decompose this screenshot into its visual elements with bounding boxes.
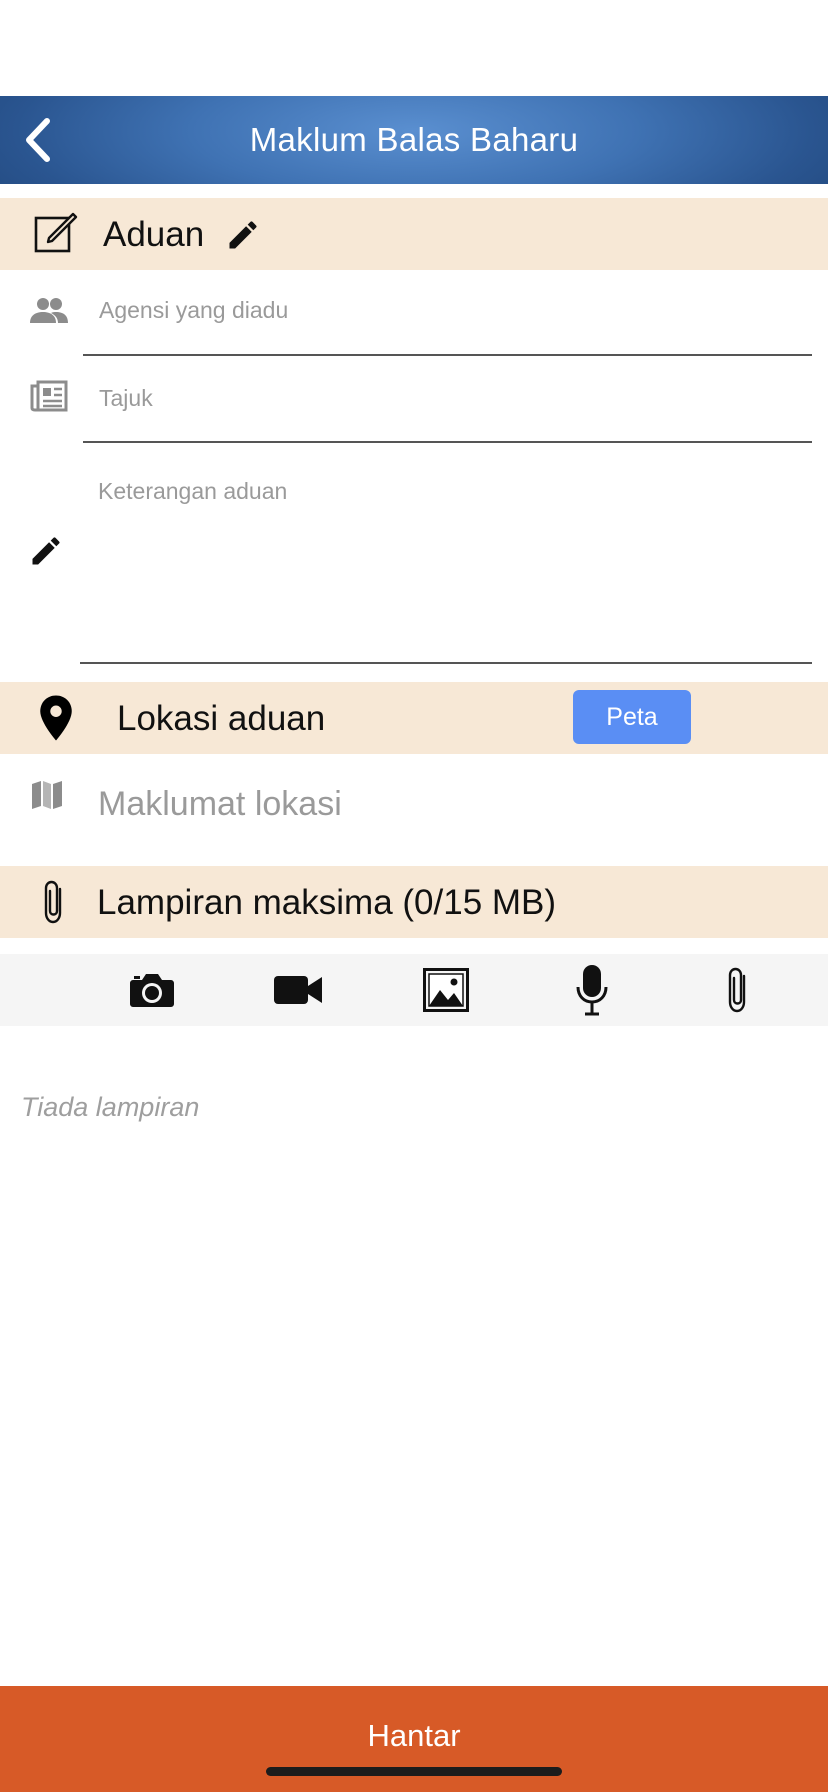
camera-button[interactable] <box>122 962 182 1018</box>
attachment-section-label: Lampiran maksima (0/15 MB) <box>97 883 557 922</box>
microphone-button[interactable] <box>562 962 622 1018</box>
location-info-row <box>0 754 828 854</box>
map-button[interactable]: Peta <box>573 690 691 744</box>
newspaper-icon <box>29 378 69 414</box>
file-attach-button[interactable] <box>708 962 768 1018</box>
description-underline <box>80 662 812 664</box>
complaint-section-label: Aduan <box>103 215 205 254</box>
camera-icon <box>130 974 174 1007</box>
paperclip-icon <box>44 880 62 924</box>
status-bar <box>0 0 828 96</box>
edit-square-icon <box>34 212 78 253</box>
chevron-left-icon <box>26 118 50 162</box>
agency-input[interactable] <box>99 290 799 330</box>
no-attachment-text: Tiada lampiran <box>21 1092 200 1122</box>
location-pin-icon <box>40 695 72 741</box>
pencil-icon <box>32 537 60 565</box>
title-underline <box>83 441 812 443</box>
submit-button-label: Hantar <box>367 1718 461 1753</box>
paperclip-icon <box>728 967 746 1013</box>
location-info-input[interactable] <box>98 780 798 828</box>
agency-underline <box>83 354 812 356</box>
home-indicator <box>266 1767 562 1776</box>
agency-field-row <box>0 270 828 356</box>
title-input[interactable] <box>99 378 799 418</box>
attachment-toolbar <box>0 954 828 1026</box>
attachment-section-header: Lampiran maksima (0/15 MB) <box>0 866 828 938</box>
pencil-icon <box>229 221 257 249</box>
video-icon <box>274 976 322 1004</box>
image-button[interactable] <box>416 962 476 1018</box>
page-title: Maklum Balas Baharu <box>249 121 579 158</box>
description-field-row <box>0 460 828 666</box>
title-field-row <box>0 358 828 444</box>
back-button[interactable] <box>10 110 66 170</box>
video-button[interactable] <box>268 962 328 1018</box>
location-section-label: Lokasi aduan <box>117 699 326 738</box>
map-icon <box>29 778 65 812</box>
image-icon <box>423 968 469 1012</box>
navigation-bar: Maklum Balas Baharu <box>0 96 828 184</box>
complaint-section-header: Aduan <box>0 198 828 270</box>
microphone-icon <box>576 965 608 1016</box>
location-section-header: Lokasi aduan <box>0 682 828 754</box>
submit-button[interactable]: Hantar <box>0 1686 828 1792</box>
description-textarea[interactable] <box>98 478 808 648</box>
people-icon <box>28 292 70 328</box>
